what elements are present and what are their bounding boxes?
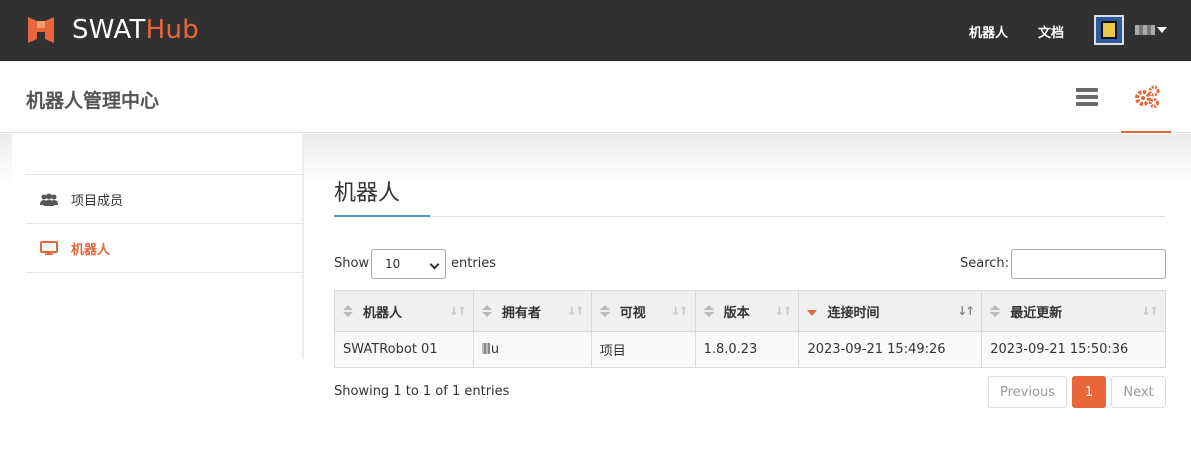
- title-accent-line: [334, 215, 430, 217]
- user-menu-caret-icon[interactable]: [1157, 27, 1167, 33]
- column-label: 版本: [723, 305, 750, 321]
- brand-logo-link[interactable]: SWATHub: [26, 14, 199, 46]
- brand-name-part-1: SWAT: [72, 15, 146, 45]
- robots-table: 机器人 ↓↑ 拥有者 ↓↑ 可视 ↓↑ 版本 ↓↑ 连接时间 ↓↑ 最近更新 ↓↑ SWAT…: [334, 290, 1166, 368]
- top-navbar: SWATHub 机器人 文档: [0, 0, 1191, 61]
- column-label: 最近更新: [1010, 305, 1063, 321]
- section-title: 机器人: [334, 181, 401, 206]
- sort-toggle-icon: ↓↑: [448, 304, 467, 318]
- sort-icon: [990, 305, 1001, 318]
- gears-icon[interactable]: [1134, 85, 1160, 109]
- entries-per-page-select[interactable]: 10: [371, 249, 446, 279]
- sort-icon: [343, 305, 353, 318]
- sidebar: 项目成员 机器人: [12, 134, 304, 359]
- column-header-owner[interactable]: 拥有者 ↓↑: [472, 290, 592, 332]
- cell-updated: 2023-09-21 15:50:36: [981, 331, 1166, 368]
- brand-name: SWATHub: [72, 15, 199, 45]
- column-label: 机器人: [363, 305, 403, 321]
- avatar-image: [1101, 21, 1117, 39]
- active-tab-indicator: [1121, 131, 1171, 133]
- table-header-row: 机器人 ↓↑ 拥有者 ↓↑ 可视 ↓↑ 版本 ↓↑ 连接时间 ↓↑ 最近更新 ↓↑: [334, 290, 1166, 332]
- users-icon: [40, 193, 58, 206]
- column-label: 连接时间: [827, 305, 880, 321]
- chevron-down-icon: [429, 259, 440, 270]
- user-avatar[interactable]: [1094, 15, 1124, 45]
- cell-connected: 2023-09-21 15:49:26: [798, 331, 983, 368]
- sort-toggle-icon: ↓↑: [670, 304, 688, 318]
- swathub-logo-icon: [28, 17, 54, 43]
- column-label: 可视: [619, 305, 646, 321]
- length-show-label: Show: [334, 256, 370, 271]
- column-header-connected[interactable]: 连接时间 ↓↑: [798, 290, 983, 332]
- pagination-page-1[interactable]: 1: [1072, 376, 1106, 408]
- cell-version: 1.8.0.23: [694, 331, 800, 368]
- table-info: Showing 1 to 1 of 1 entries: [334, 384, 510, 399]
- search-label: Search:: [960, 256, 1010, 271]
- sidebar-item-label: 项目成员: [71, 194, 124, 209]
- user-name-blurred[interactable]: [1135, 25, 1155, 35]
- column-header-visible[interactable]: 可视 ↓↑: [590, 290, 696, 332]
- desktop-icon: [40, 241, 58, 255]
- page-title: 机器人管理中心: [26, 90, 160, 112]
- sort-icon: [481, 305, 492, 318]
- owner-blurred: [481, 343, 490, 354]
- sort-icon: [599, 305, 610, 318]
- pagination-previous-button[interactable]: Previous: [988, 376, 1067, 408]
- length-entries-label: entries: [451, 256, 497, 271]
- sidebar-item-label: 机器人: [71, 242, 111, 258]
- column-header-updated[interactable]: 最近更新 ↓↑: [981, 290, 1166, 332]
- brand-name-part-2: Hub: [145, 15, 200, 45]
- sort-desc-icon: [807, 310, 818, 316]
- page-header: 机器人管理中心: [0, 61, 1191, 133]
- cell-visible: 项目: [590, 331, 696, 368]
- sort-toggle-icon: ↓↑: [1140, 304, 1159, 318]
- nav-robots-link[interactable]: 机器人: [969, 22, 1008, 41]
- sidebar-item-members[interactable]: 项目成员: [26, 174, 304, 224]
- sidebar-item-robots[interactable]: 机器人: [26, 223, 304, 273]
- column-header-robot[interactable]: 机器人 ↓↑: [334, 290, 474, 332]
- cell-owner-text: u: [490, 342, 500, 357]
- sort-toggle-icon: ↓↑: [566, 304, 585, 318]
- sort-icon: [703, 305, 714, 318]
- search-input[interactable]: [1011, 249, 1166, 279]
- server-list-icon[interactable]: [1076, 88, 1098, 106]
- sort-toggle-icon: ↓↑: [774, 304, 792, 318]
- column-header-version[interactable]: 版本 ↓↑: [694, 290, 800, 332]
- cell-robot[interactable]: SWATRobot 01: [334, 331, 474, 368]
- entries-per-page-value: 10: [385, 257, 401, 271]
- nav-docs-link[interactable]: 文档: [1038, 22, 1064, 41]
- table-row[interactable]: SWATRobot 01 u 项目 1.8.0.23 2023-09-21 15…: [334, 331, 1166, 368]
- sort-toggle-icon: ↓↑: [957, 304, 975, 318]
- title-divider: [334, 216, 1165, 217]
- cell-owner: u: [472, 331, 592, 368]
- pagination-next-button[interactable]: Next: [1111, 376, 1166, 408]
- column-label: 拥有者: [501, 305, 541, 321]
